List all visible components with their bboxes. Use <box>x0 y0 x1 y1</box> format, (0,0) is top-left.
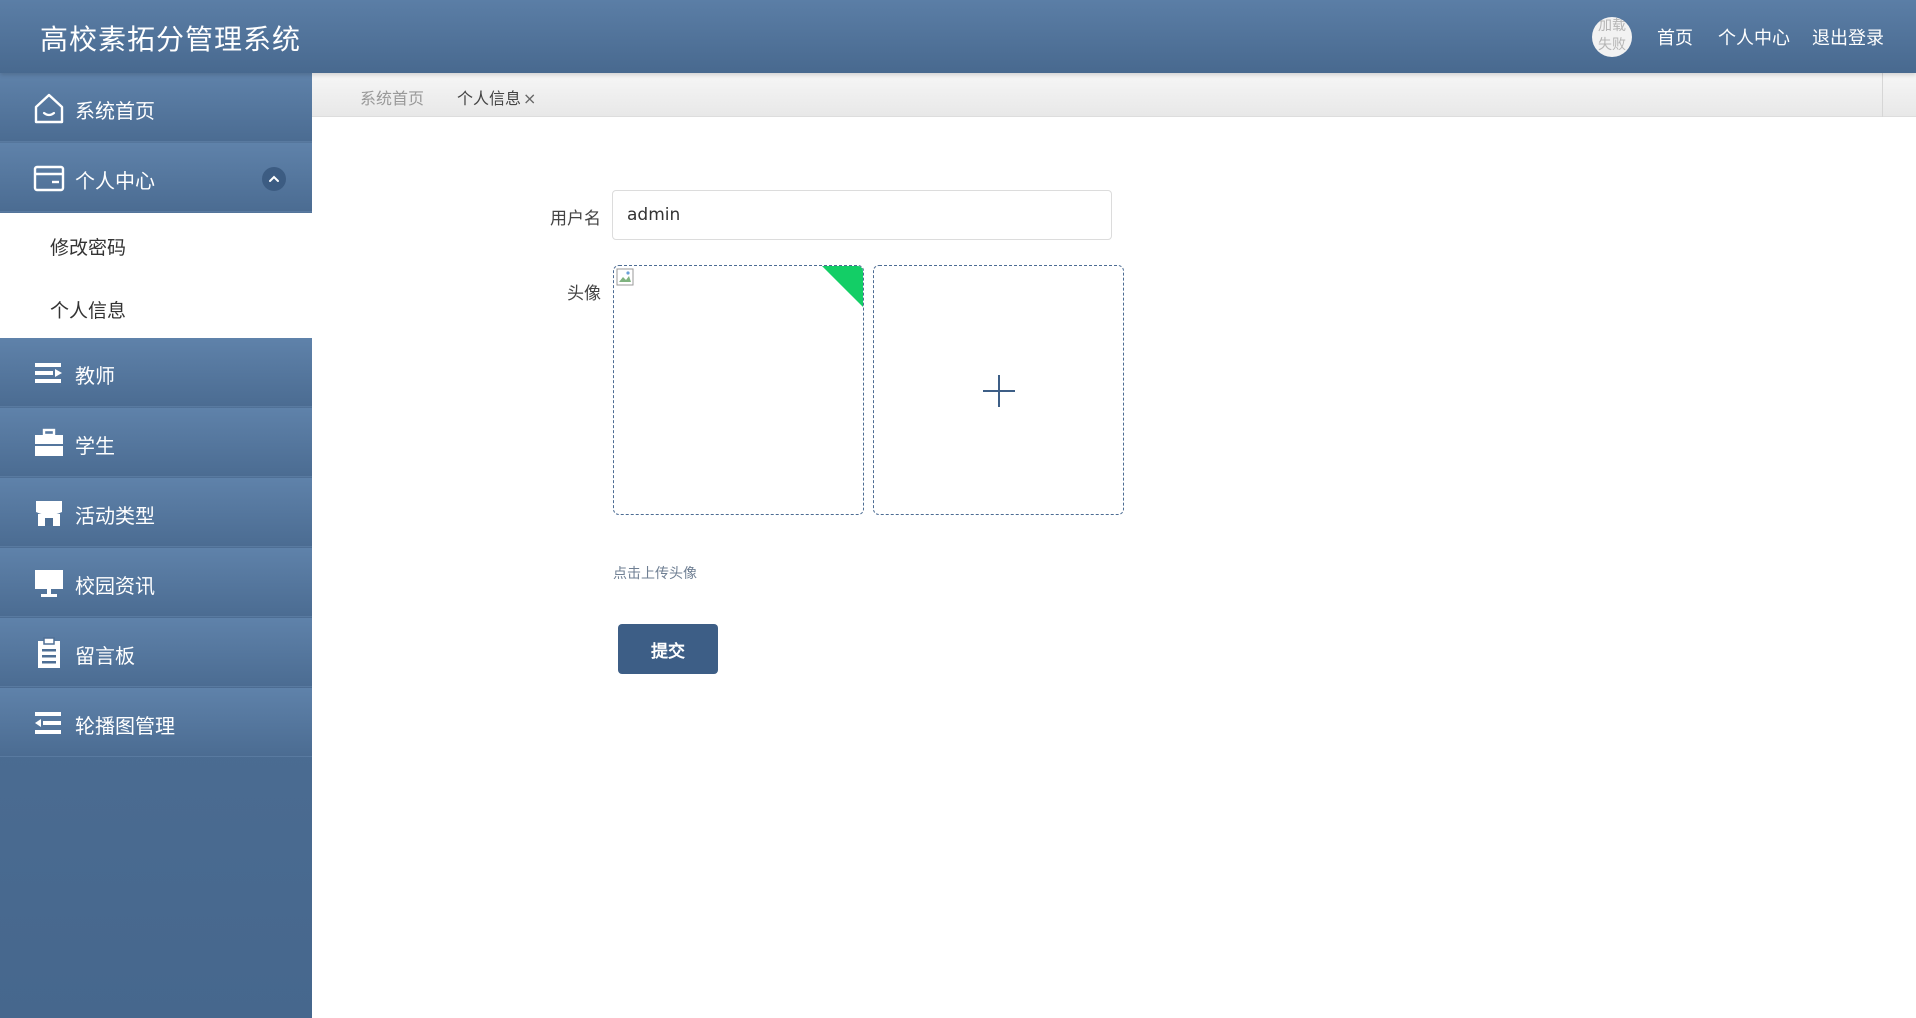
submenu-item-change-password[interactable]: 修改密码 <box>50 233 126 260</box>
user-avatar[interactable]: 加载失败 <box>1592 17 1632 57</box>
list-indent-icon <box>35 712 61 734</box>
sidebar-item-label: 个人中心 <box>75 169 155 193</box>
tab-label: 个人信息 <box>457 89 522 108</box>
upload-tip: 点击上传头像 <box>613 566 697 582</box>
sidebar-item-label: 学生 <box>75 434 115 458</box>
broken-image-icon <box>616 268 634 286</box>
monitor-icon <box>35 570 63 597</box>
avatar-preview-card[interactable] <box>613 265 864 515</box>
nav-logout-link[interactable]: 退出登录 <box>1812 24 1884 50</box>
submit-button[interactable]: 提交 <box>618 624 718 674</box>
sidebar-item-message-board[interactable]: 留言板 <box>0 618 312 687</box>
tabs-divider <box>1882 73 1883 117</box>
sidebar-item-label: 留言板 <box>75 644 135 668</box>
nav-home-link[interactable]: 首页 <box>1657 24 1693 50</box>
username-label: 用户名 <box>550 209 601 229</box>
sidebar-item-personal-center[interactable]: 个人中心 <box>0 143 312 212</box>
nav-personal-center-link[interactable]: 个人中心 <box>1718 24 1790 50</box>
sidebar-item-label: 活动类型 <box>75 504 155 528</box>
sidebar-item-campus-news[interactable]: 校园资讯 <box>0 548 312 617</box>
personal-center-submenu: 修改密码 个人信息 <box>0 213 312 338</box>
username-input[interactable] <box>612 190 1112 240</box>
wallet-icon <box>33 165 65 192</box>
app-title: 高校素拓分管理系统 <box>40 23 302 56</box>
plus-icon <box>983 375 1015 407</box>
store-icon <box>36 501 62 526</box>
sidebar-item-label: 教师 <box>75 364 115 388</box>
tab-system-home[interactable]: 系统首页 <box>360 85 424 109</box>
top-header: 高校素拓分管理系统 加载失败 首页 个人中心 退出登录 <box>0 0 1916 73</box>
upload-success-badge <box>821 266 863 309</box>
avatar-upload-button[interactable] <box>873 265 1124 515</box>
tab-personal-info[interactable]: 个人信息 × <box>457 85 536 109</box>
briefcase-icon <box>35 428 63 456</box>
sidebar-item-label: 轮播图管理 <box>75 714 175 738</box>
sidebar-item-teacher[interactable]: 教师 <box>0 338 312 407</box>
submenu-item-personal-info[interactable]: 个人信息 <box>50 296 126 323</box>
sidebar-item-activity-type[interactable]: 活动类型 <box>0 478 312 547</box>
home-icon <box>34 93 64 124</box>
list-icon <box>35 363 62 383</box>
chevron-up-icon[interactable] <box>262 167 286 191</box>
avatar-label: 头像 <box>567 284 601 304</box>
tabs-bar: 系统首页 个人信息 × <box>312 73 1916 117</box>
sidebar-item-student[interactable]: 学生 <box>0 408 312 477</box>
clipboard-icon <box>38 637 60 668</box>
close-icon[interactable]: × <box>523 89 536 108</box>
sidebar-item-label: 校园资讯 <box>75 574 155 598</box>
sidebar-item-carousel[interactable]: 轮播图管理 <box>0 688 312 757</box>
sidebar-item-label: 系统首页 <box>75 99 155 123</box>
sidebar: 系统首页 个人中心 修改密码 个人信息 教师 学生 活动类型 校园资讯 留言板 … <box>0 73 312 1018</box>
sidebar-item-home[interactable]: 系统首页 <box>0 73 312 142</box>
